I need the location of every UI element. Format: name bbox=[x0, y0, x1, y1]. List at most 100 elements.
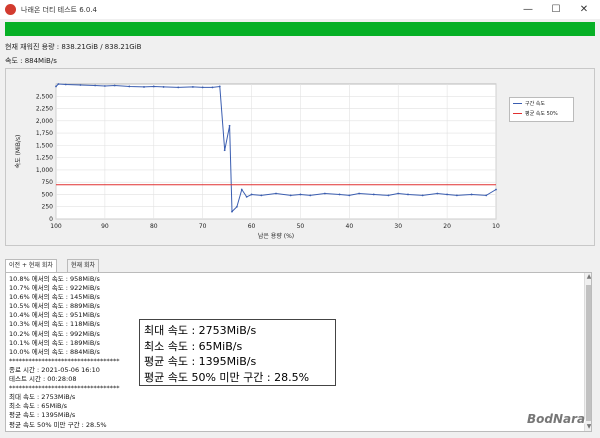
speed-chart: 100 90 80 70 60 50 40 30 20 1002505007501,0001,25… bbox=[14, 83, 500, 240]
progress-fill bbox=[5, 22, 595, 36]
series-point-segment-speed bbox=[250, 193, 253, 196]
y-tick-label: 250 bbox=[42, 204, 54, 211]
log-line: 10.7% 에서의 속도 : 922MiB/s bbox=[9, 284, 100, 293]
legend-label-average: 평균 속도 50% bbox=[525, 111, 558, 117]
title-bar: 나래온 더티 테스트 6.0.4 — ☐ ✕ bbox=[0, 0, 600, 19]
x-tick-label: 60 bbox=[248, 223, 256, 230]
speed-label: 속도 : 884MiB/s bbox=[5, 57, 57, 65]
series-point-segment-speed bbox=[372, 193, 375, 196]
stat-below-half: 평균 속도 50% 미만 구간 : 28.5% bbox=[144, 370, 310, 384]
y-tick-label: 2,000 bbox=[36, 118, 53, 125]
chart-panel: 100 90 80 70 60 50 40 30 20 10 0 250 500 750 1,000 1,25… bbox=[5, 68, 595, 246]
x-tick-label: 100 bbox=[50, 223, 62, 230]
series-point-segment-speed bbox=[407, 193, 409, 196]
y-tick-label: 1,250 bbox=[36, 155, 53, 162]
y-tick-label: 2,250 bbox=[36, 106, 53, 113]
x-tick-label: 70 bbox=[199, 223, 207, 230]
stat-avg-speed: 평균 속도 : 1395MiB/s bbox=[144, 355, 257, 368]
legend-swatch-segment bbox=[513, 103, 522, 104]
series-point-segment-speed bbox=[79, 84, 82, 86]
y-tick-label: 1,750 bbox=[36, 130, 53, 137]
series-point-segment-speed bbox=[387, 194, 390, 197]
legend-label-segment: 구간 속도 bbox=[525, 101, 545, 107]
series-point-segment-speed bbox=[201, 86, 204, 89]
x-tick-label: 20 bbox=[443, 223, 451, 230]
series-point-segment-speed bbox=[421, 194, 424, 197]
window-title: 나래온 더티 테스트 6.0.4 bbox=[21, 6, 98, 14]
log-line: ********************************** bbox=[9, 384, 120, 393]
series-point-segment-speed bbox=[57, 83, 60, 85]
series-point-segment-speed bbox=[152, 85, 155, 88]
series-point-segment-speed bbox=[231, 210, 233, 213]
progress-bar bbox=[5, 22, 595, 36]
close-button[interactable]: ✕ bbox=[570, 2, 598, 17]
series-point-segment-speed bbox=[446, 193, 449, 196]
series-point-segment-speed bbox=[55, 85, 57, 88]
series-point-segment-speed bbox=[211, 86, 214, 89]
series-point-segment-speed bbox=[64, 83, 67, 86]
series-point-segment-speed bbox=[470, 193, 473, 196]
log-line: 최대 속도 : 2753MiB/s bbox=[9, 393, 76, 402]
log-line: 테스트 시간 : 00:28:08 bbox=[9, 375, 77, 384]
y-tick-label: 1,500 bbox=[36, 142, 53, 149]
y-tick-label: 1,000 bbox=[36, 167, 53, 174]
x-tick-label: 80 bbox=[150, 223, 158, 230]
stat-min-speed: 최소 속도 : 65MiB/s bbox=[144, 339, 243, 353]
y-tick-label: 500 bbox=[42, 191, 54, 198]
log-line: ********************************** bbox=[9, 356, 120, 365]
log-text: 10.8% 에서의 속도 : 958MiB/s 10.7% 에서의 속도 : 92… bbox=[9, 275, 120, 431]
series-point-segment-speed bbox=[228, 124, 231, 127]
scroll-up-icon[interactable]: ▲ bbox=[585, 273, 591, 281]
legend-item-average: 평균 속도 50% bbox=[513, 110, 558, 119]
app-icon bbox=[5, 4, 16, 15]
y-tick-label: 750 bbox=[42, 179, 54, 186]
maximize-button[interactable]: ☐ bbox=[542, 2, 570, 17]
log-line: 10.5% 에서의 속도 : 889MiB/s bbox=[9, 302, 100, 311]
series-point-segment-speed bbox=[113, 84, 116, 87]
series-point-segment-speed bbox=[245, 196, 248, 198]
log-line: 10.8% 에서의 속도 : 958MiB/s bbox=[9, 275, 100, 283]
series-point-segment-speed bbox=[103, 85, 106, 87]
stat-max-speed: 최대 속도 : 2753MiB/s bbox=[144, 324, 257, 337]
written-capacity-label: 현재 재워진 용량 : 838.21GiB / 838.21GiB bbox=[5, 43, 142, 51]
log-line: 10.0% 에서의 속도 : 884MiB/s bbox=[9, 347, 100, 356]
series-point-segment-speed bbox=[143, 86, 145, 88]
log-scrollbar[interactable]: ▲ ▼ bbox=[584, 273, 591, 431]
tab-current-round[interactable]: 현재 회차 bbox=[67, 259, 99, 272]
log-line: 10.6% 에서의 속도 : 145MiB/s bbox=[9, 293, 100, 302]
x-tick-label: 40 bbox=[346, 223, 354, 230]
x-tick-label: 30 bbox=[394, 223, 402, 230]
log-line: 종료 시간 : 2021-05-06 16:10 bbox=[9, 365, 100, 374]
legend-item-segment: 구간 속도 bbox=[513, 100, 545, 109]
series-point-segment-speed bbox=[338, 193, 341, 196]
series-point-segment-speed bbox=[358, 192, 361, 195]
scroll-down-icon[interactable]: ▼ bbox=[585, 423, 591, 431]
series-point-segment-speed bbox=[191, 86, 194, 88]
series-point-segment-speed bbox=[177, 86, 180, 89]
series-point-segment-speed bbox=[162, 86, 165, 88]
series-point-segment-speed bbox=[289, 194, 292, 197]
series-point-segment-speed bbox=[275, 192, 277, 195]
log-line: 평균 속도 : 1395MiB/s bbox=[9, 411, 76, 420]
plot-area bbox=[55, 83, 497, 220]
series-point-segment-speed bbox=[235, 205, 238, 208]
log-line: 10.1% 에서의 속도 : 189MiB/s bbox=[9, 338, 100, 347]
series-point-segment-speed bbox=[436, 192, 439, 195]
log-line: 10.3% 에서의 속도 : 118MiB/s bbox=[9, 320, 100, 329]
scroll-thumb[interactable] bbox=[586, 285, 591, 421]
legend-swatch-average bbox=[513, 113, 522, 114]
chart-legend: 구간 속도 평균 속도 50% bbox=[509, 97, 574, 122]
series-point-segment-speed bbox=[240, 188, 243, 191]
watermark-logo: BodNara bbox=[527, 412, 586, 426]
stats-overlay: 최대 속도 : 2753MiB/s 최소 속도 : 65MiB/s 평균 속도 … bbox=[139, 319, 336, 386]
series-point-segment-speed bbox=[299, 193, 302, 196]
tab-all-rounds[interactable]: 이전 + 현재 회차 bbox=[5, 259, 57, 272]
x-tick-label: 90 bbox=[101, 223, 109, 230]
x-tick-label: 50 bbox=[297, 223, 305, 230]
series-point-segment-speed bbox=[397, 192, 400, 195]
series-point-segment-speed bbox=[485, 194, 488, 197]
series-point-segment-speed bbox=[223, 149, 226, 152]
series-point-segment-speed bbox=[309, 194, 312, 197]
minimize-button[interactable]: — bbox=[514, 2, 542, 17]
series-point-segment-speed bbox=[260, 194, 263, 197]
